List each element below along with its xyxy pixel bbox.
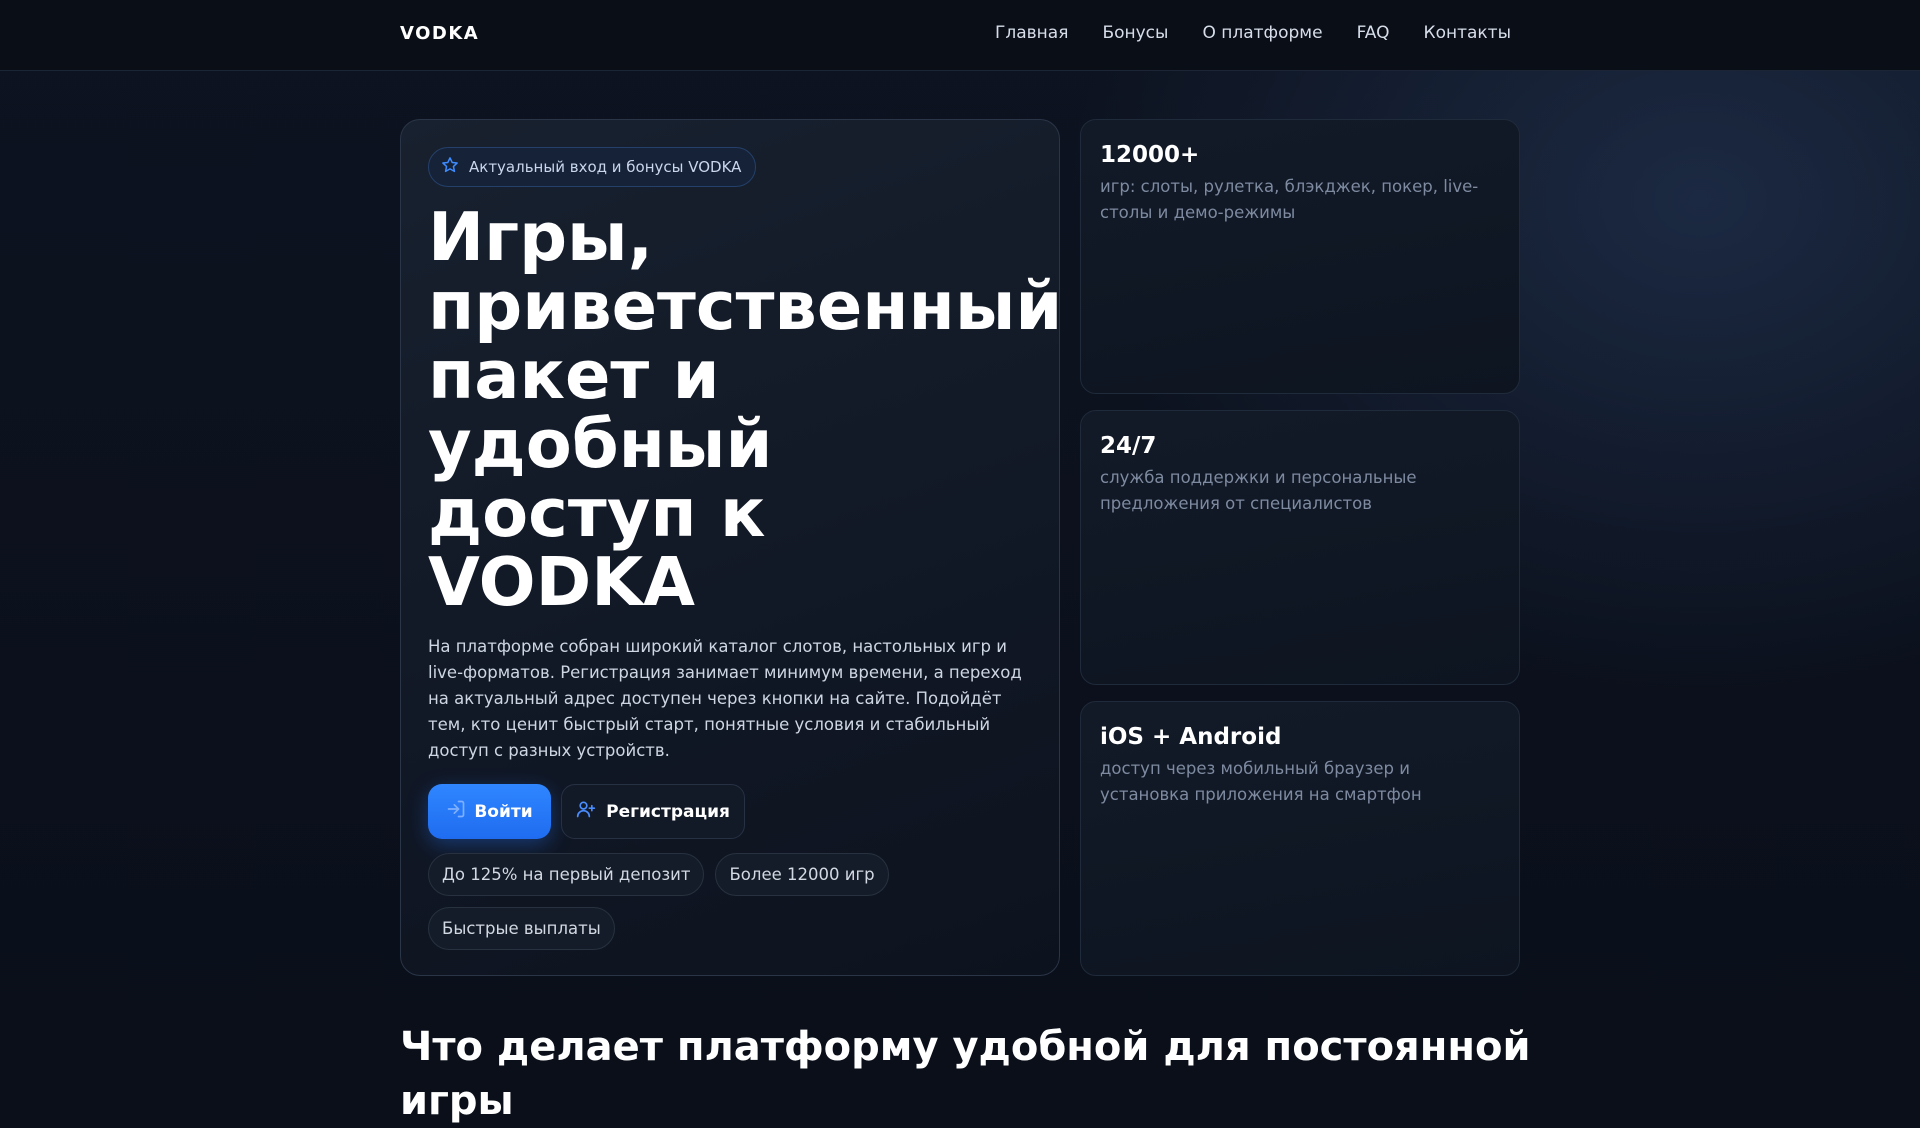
- login-button[interactable]: Войти: [428, 784, 551, 839]
- brand-logo[interactable]: VODKA: [400, 23, 479, 44]
- feature-tag-bonus: До 125% на первый депозит: [428, 853, 705, 896]
- hero-title-line: пакет и: [428, 336, 720, 414]
- stat-card-platforms: iOS + Android доступ через мобильный бра…: [1080, 701, 1520, 976]
- nav-link-home[interactable]: Главная: [995, 23, 1068, 43]
- nav-link-bonuses[interactable]: Бонусы: [1102, 23, 1168, 43]
- feature-tag-games: Более 12000 игр: [715, 853, 889, 896]
- register-button-label: Регистрация: [606, 801, 730, 822]
- hero-badge-label: Актуальный вход и бонусы VODKA: [469, 158, 742, 176]
- stat-description: доступ через мобильный браузер и установ…: [1100, 759, 1422, 804]
- star-icon: [441, 156, 459, 178]
- main-nav: Главная Бонусы О платформе FAQ Контакты: [995, 23, 1511, 43]
- nav-link-contacts[interactable]: Контакты: [1424, 23, 1512, 43]
- login-button-label: Войти: [474, 801, 533, 822]
- stat-value: 12000+: [1100, 142, 1200, 168]
- stat-description: служба поддержки и персональные предложе…: [1100, 468, 1417, 513]
- stat-description: игр: слоты, рулетка, блэкджек, покер, li…: [1100, 177, 1479, 222]
- feature-tags: До 125% на первый депозит Более 12000 иг…: [428, 853, 1028, 950]
- stat-value: 24/7: [1100, 433, 1157, 459]
- hero-card: Актуальный вход и бонусы VODKA Игры, при…: [400, 119, 1062, 976]
- stat-value: iOS + Android: [1100, 724, 1282, 750]
- hero-title-line: удобный: [428, 405, 773, 483]
- nav-link-about[interactable]: О платформе: [1202, 23, 1322, 43]
- hero-title: Игры, приветственный пакет и удобный дос…: [428, 203, 1062, 617]
- section-title: Что делает платформу удобной для постоян…: [400, 1024, 1531, 1124]
- hero-badge: Актуальный вход и бонусы VODKA: [428, 147, 757, 187]
- stat-card-games: 12000+ игр: слоты, рулетка, блэкджек, по…: [1080, 119, 1520, 394]
- top-navigation-bar: VODKA Главная Бонусы О платформе FAQ Кон…: [0, 0, 1920, 71]
- hero-title-line: доступ к: [428, 474, 766, 552]
- hero-title-line: VODKA: [428, 543, 696, 621]
- user-plus-icon: [576, 799, 596, 824]
- stat-card-support: 24/7 служба поддержки и персональные пре…: [1080, 410, 1520, 685]
- feature-tag-payouts: Быстрые выплаты: [428, 907, 615, 950]
- register-button[interactable]: Регистрация: [561, 784, 745, 839]
- login-arrow-icon: [446, 799, 466, 824]
- hero-title-line: приветственный: [428, 267, 1063, 345]
- hero-description: На платформе собран широкий каталог слот…: [428, 637, 1022, 760]
- nav-link-faq[interactable]: FAQ: [1357, 23, 1390, 43]
- hero-title-line: Игры,: [428, 198, 654, 276]
